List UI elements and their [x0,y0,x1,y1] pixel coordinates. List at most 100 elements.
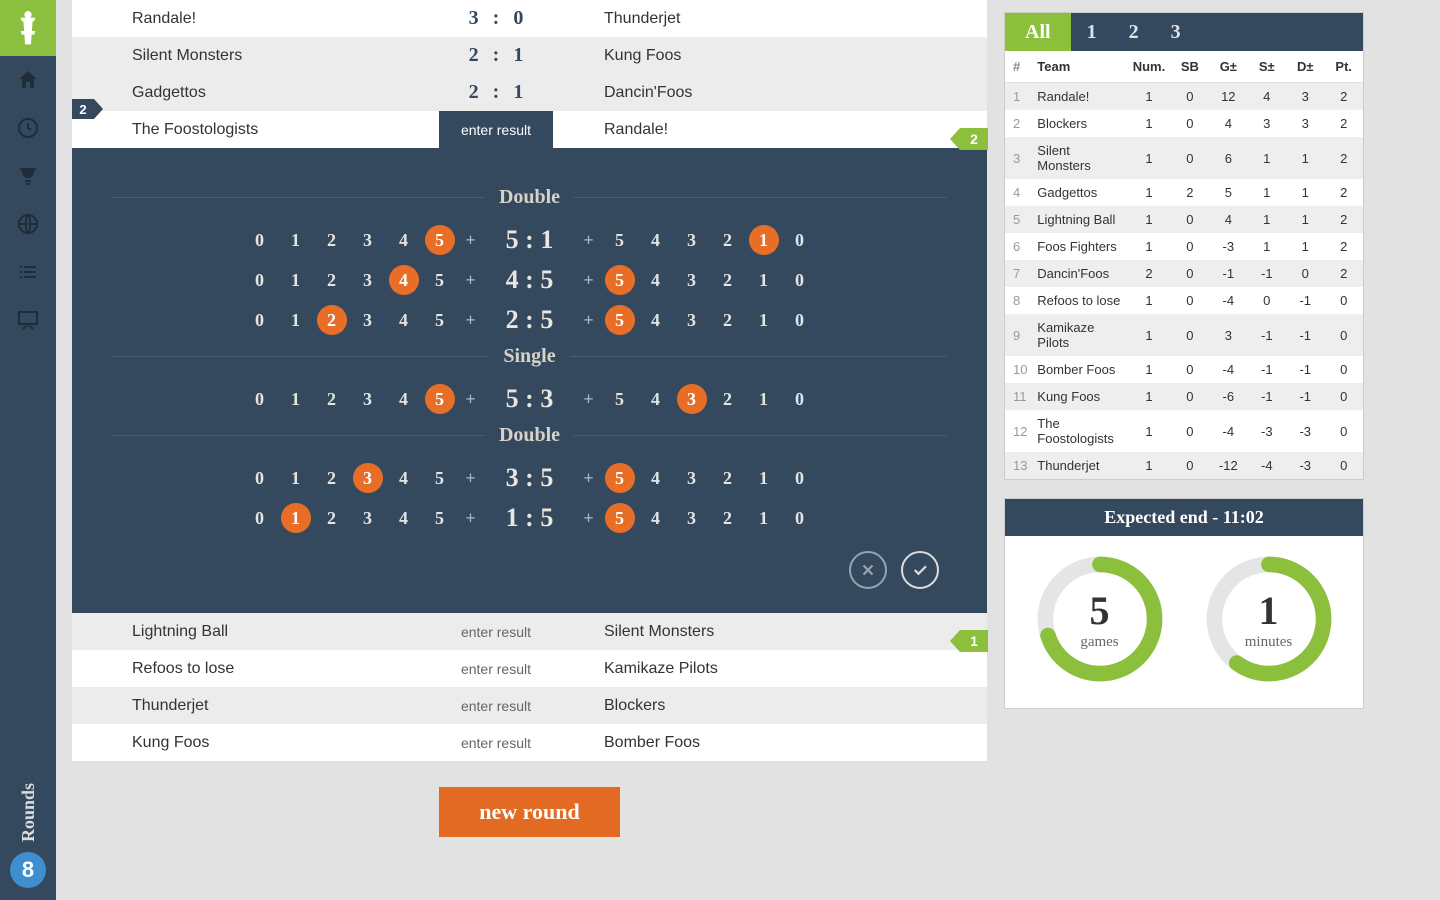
score-option[interactable]: 1 [749,384,779,414]
score-option[interactable]: 5 [425,305,455,335]
table-row[interactable]: 5Lightning Ball104112 [1005,206,1363,233]
score-option[interactable]: 2 [713,265,743,295]
score-option[interactable]: 1 [281,265,311,295]
match-row[interactable]: Lightning Ball enter result Silent Monst… [72,613,987,650]
score-option[interactable]: 4 [641,463,671,493]
match-row[interactable]: Silent Monsters 2:1 Kung Foos [72,37,987,74]
score-option[interactable]: 1 [281,305,311,335]
score-option[interactable]: 0 [785,384,815,414]
logo[interactable] [0,0,56,56]
score-option[interactable]: 3 [353,225,383,255]
score-option[interactable]: 3 [353,384,383,414]
table-row[interactable]: 12The Foostologists10-4-3-30 [1005,410,1363,452]
table-row[interactable]: 3Silent Monsters106112 [1005,137,1363,179]
match-row-expanded[interactable]: The Foostologists enter result Randale! … [72,111,987,148]
table-row[interactable]: 9Kamikaze Pilots103-1-10 [1005,314,1363,356]
score-option[interactable]: 0 [785,265,815,295]
score-option[interactable]: 2 [713,305,743,335]
enter-result-link[interactable]: enter result [432,735,560,751]
score-option[interactable]: 1 [749,463,779,493]
score-option[interactable]: 0 [245,265,275,295]
home-icon[interactable] [0,56,56,104]
new-round-button[interactable]: new round [439,787,619,837]
match-row[interactable]: Randale! 3:0 Thunderjet [72,0,987,37]
score-option[interactable]: 4 [389,265,419,295]
score-option[interactable]: 5 [605,265,635,295]
globe-icon[interactable] [0,200,56,248]
score-option[interactable]: 1 [749,265,779,295]
table-row[interactable]: 13Thunderjet10-12-4-30 [1005,452,1363,479]
clock-icon[interactable] [0,104,56,152]
plus-icon[interactable]: + [461,230,481,251]
plus-icon[interactable]: + [461,270,481,291]
score-option[interactable]: 2 [317,463,347,493]
score-option[interactable]: 5 [425,265,455,295]
score-option[interactable]: 1 [281,463,311,493]
score-option[interactable]: 4 [641,305,671,335]
score-option[interactable]: 3 [353,503,383,533]
score-option[interactable]: 3 [677,265,707,295]
plus-icon[interactable]: + [579,270,599,291]
score-option[interactable]: 2 [317,225,347,255]
score-option[interactable]: 3 [677,225,707,255]
presentation-icon[interactable] [0,296,56,344]
score-option[interactable]: 0 [245,305,275,335]
score-option[interactable]: 3 [353,265,383,295]
score-option[interactable]: 3 [677,503,707,533]
score-option[interactable]: 0 [245,384,275,414]
enter-result-link[interactable]: enter result [432,661,560,677]
score-option[interactable]: 0 [245,463,275,493]
enter-result-link[interactable]: enter result [432,698,560,714]
standings-tab[interactable]: All [1005,13,1071,51]
score-option[interactable]: 2 [713,225,743,255]
score-option[interactable]: 3 [353,305,383,335]
score-option[interactable]: 4 [389,503,419,533]
score-option[interactable]: 1 [281,384,311,414]
score-option[interactable]: 1 [749,503,779,533]
list-icon[interactable] [0,248,56,296]
score-option[interactable]: 0 [785,503,815,533]
plus-icon[interactable]: + [579,468,599,489]
table-row[interactable]: 1Randale!1012432 [1005,83,1363,111]
score-option[interactable]: 5 [605,305,635,335]
score-option[interactable]: 5 [425,503,455,533]
score-option[interactable]: 5 [605,225,635,255]
score-option[interactable]: 0 [245,503,275,533]
trophy-icon[interactable] [0,152,56,200]
plus-icon[interactable]: + [579,508,599,529]
score-option[interactable]: 0 [785,305,815,335]
confirm-button[interactable] [901,551,939,589]
table-row[interactable]: 10Bomber Foos10-4-1-10 [1005,356,1363,383]
enter-result-link[interactable]: enter result [432,624,560,640]
score-option[interactable]: 5 [605,384,635,414]
score-option[interactable]: 0 [785,225,815,255]
score-option[interactable]: 5 [605,503,635,533]
plus-icon[interactable]: + [579,389,599,410]
table-row[interactable]: 4Gadgettos125112 [1005,179,1363,206]
plus-icon[interactable]: + [461,508,481,529]
score-option[interactable]: 5 [425,463,455,493]
plus-icon[interactable]: + [461,468,481,489]
standings-tab[interactable]: 3 [1155,13,1197,51]
score-option[interactable]: 3 [677,305,707,335]
match-row[interactable]: Thunderjet enter result Blockers [72,687,987,724]
score-option[interactable]: 4 [389,225,419,255]
score-option[interactable]: 4 [641,225,671,255]
score-option[interactable]: 5 [425,384,455,414]
score-option[interactable]: 4 [641,265,671,295]
score-option[interactable]: 3 [677,384,707,414]
score-option[interactable]: 4 [389,384,419,414]
table-row[interactable]: 2Blockers104332 [1005,110,1363,137]
rounds-count-badge[interactable]: 8 [10,852,46,888]
score-option[interactable]: 5 [605,463,635,493]
table-row[interactable]: 11Kung Foos10-6-1-10 [1005,383,1363,410]
standings-tab[interactable]: 2 [1113,13,1155,51]
score-option[interactable]: 4 [389,305,419,335]
score-option[interactable]: 1 [749,305,779,335]
score-option[interactable]: 2 [317,305,347,335]
score-option[interactable]: 5 [425,225,455,255]
score-option[interactable]: 4 [641,503,671,533]
match-row[interactable]: Refoos to lose enter result Kamikaze Pil… [72,650,987,687]
score-option[interactable]: 1 [281,503,311,533]
score-option[interactable]: 2 [317,384,347,414]
